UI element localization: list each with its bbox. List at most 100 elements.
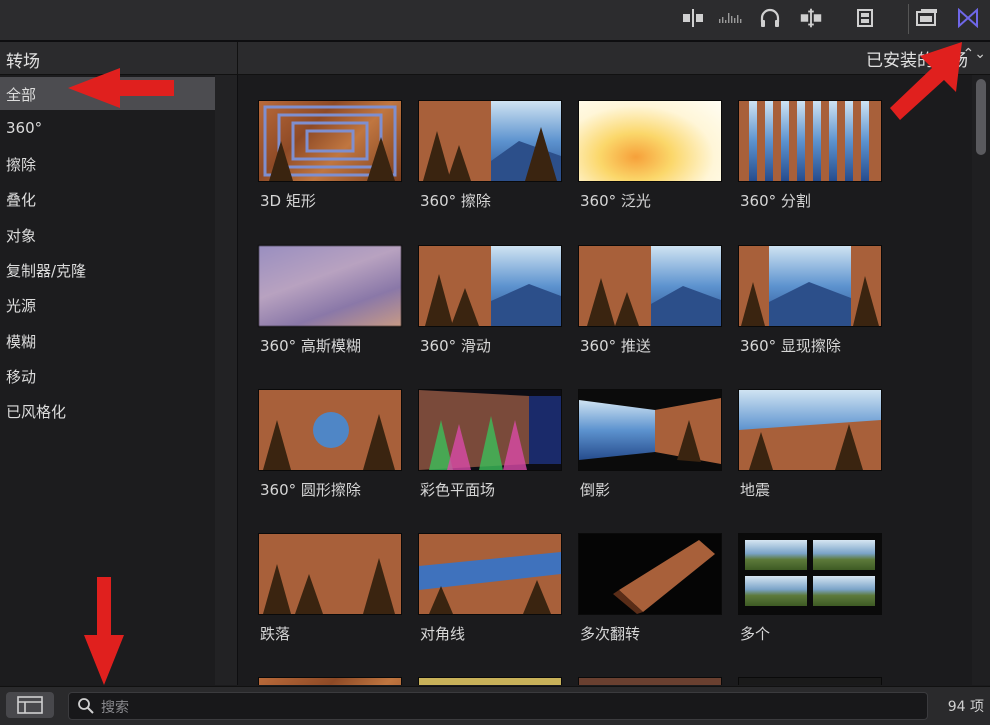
transition-tile[interactable]: 360° 高斯模糊 bbox=[258, 245, 402, 355]
transition-thumbnail bbox=[418, 389, 562, 471]
category-item-wipes[interactable]: 擦除 bbox=[0, 147, 215, 180]
transition-tile[interactable]: 360° 圆形擦除 bbox=[258, 389, 402, 499]
transition-label: 多次翻转 bbox=[580, 625, 641, 643]
browser-scrollbar[interactable] bbox=[972, 75, 990, 685]
transitions-grid: 3D 矩形 360° 擦除 360° 泛光 360° 分割 360° 高斯模糊 … bbox=[238, 75, 972, 685]
transition-tile[interactable]: 彩色平面场 bbox=[418, 389, 562, 499]
transition-label: 360° 圆形擦除 bbox=[260, 481, 361, 499]
search-icon bbox=[78, 698, 94, 714]
transition-tile[interactable]: 360° 推送 bbox=[578, 245, 722, 355]
transition-tile[interactable]: 360° 滑动 bbox=[418, 245, 562, 355]
annotation-arrow-left bbox=[68, 68, 174, 108]
transition-thumbnail bbox=[418, 245, 562, 327]
transition-thumbnail bbox=[418, 100, 562, 182]
transition-thumbnail bbox=[258, 677, 402, 685]
transition-label: 倒影 bbox=[580, 481, 611, 499]
transition-label: 360° 高斯模糊 bbox=[260, 337, 361, 355]
category-label: 复制器/克隆 bbox=[6, 262, 87, 280]
sidebar-layout-icon bbox=[17, 696, 43, 714]
window-layout-icon[interactable] bbox=[914, 7, 940, 29]
transition-tile[interactable] bbox=[578, 677, 722, 685]
category-label: 擦除 bbox=[6, 156, 37, 174]
clip-appearance-icon[interactable] bbox=[852, 7, 878, 29]
toolbar-separator bbox=[908, 4, 909, 34]
transition-tile[interactable]: 360° 分割 bbox=[738, 100, 882, 210]
bottom-bar: 搜索 94 项 bbox=[0, 686, 990, 725]
transition-thumbnail bbox=[738, 677, 882, 685]
category-label: 已风格化 bbox=[6, 403, 67, 421]
annotation-arrow-down bbox=[84, 577, 124, 685]
transition-thumbnail bbox=[738, 389, 882, 471]
top-toolbar bbox=[0, 0, 990, 42]
category-item-stylized[interactable]: 已风格化 bbox=[0, 394, 215, 427]
sidebar-title: 转场 bbox=[6, 52, 40, 72]
transitions-icon[interactable] bbox=[955, 7, 981, 29]
transition-tile[interactable] bbox=[738, 677, 882, 685]
category-item-360[interactable]: 360° bbox=[0, 112, 215, 145]
transition-tile[interactable]: 360° 泛光 bbox=[578, 100, 722, 210]
transition-label: 360° 分割 bbox=[740, 192, 811, 210]
category-item-dissolves[interactable]: 叠化 bbox=[0, 182, 215, 215]
transition-tile[interactable]: 多次翻转 bbox=[578, 533, 722, 643]
transition-label: 360° 擦除 bbox=[420, 192, 491, 210]
category-item-movements[interactable]: 移动 bbox=[0, 359, 215, 392]
category-label: 模糊 bbox=[6, 333, 37, 351]
transition-tile[interactable]: 倒影 bbox=[578, 389, 722, 499]
category-item-lights[interactable]: 光源 bbox=[0, 288, 215, 321]
category-label: 全部 bbox=[6, 86, 37, 104]
transition-tile[interactable]: 地震 bbox=[738, 389, 882, 499]
transition-tile[interactable] bbox=[258, 677, 402, 685]
annotation-arrow-up-right bbox=[890, 42, 962, 120]
transition-label: 3D 矩形 bbox=[260, 192, 316, 210]
transition-label: 多个 bbox=[740, 625, 771, 643]
headphones-icon[interactable] bbox=[757, 7, 783, 29]
transition-label: 彩色平面场 bbox=[420, 481, 496, 499]
transition-label: 360° 推送 bbox=[580, 337, 651, 355]
sidebar-toggle-button[interactable] bbox=[6, 692, 54, 718]
search-field[interactable]: 搜索 bbox=[68, 692, 928, 720]
category-label: 光源 bbox=[6, 297, 37, 315]
search-placeholder: 搜索 bbox=[101, 700, 129, 716]
category-label: 叠化 bbox=[6, 191, 37, 209]
transition-thumbnail bbox=[738, 533, 882, 615]
transition-label: 360° 泛光 bbox=[580, 192, 651, 210]
category-label: 360° bbox=[6, 119, 43, 137]
transition-label: 地震 bbox=[740, 481, 771, 499]
transition-tile[interactable]: 跌落 bbox=[258, 533, 402, 643]
transition-label: 跌落 bbox=[260, 625, 291, 643]
transition-thumbnail bbox=[258, 533, 402, 615]
category-item-replicator[interactable]: 复制器/克隆 bbox=[0, 253, 215, 286]
transition-tile[interactable]: 360° 显现擦除 bbox=[738, 245, 882, 355]
transition-thumbnail bbox=[258, 245, 402, 327]
snapping-icon[interactable] bbox=[798, 7, 824, 29]
item-count: 94 项 bbox=[947, 699, 984, 715]
transition-label: 360° 滑动 bbox=[420, 337, 491, 355]
transition-tile[interactable]: 对角线 bbox=[418, 533, 562, 643]
transition-thumbnail bbox=[258, 389, 402, 471]
category-item-objects[interactable]: 对象 bbox=[0, 218, 215, 251]
transition-tile[interactable] bbox=[418, 677, 562, 685]
category-label: 移动 bbox=[6, 368, 37, 386]
transition-thumbnail bbox=[738, 245, 882, 327]
transition-thumbnail bbox=[418, 533, 562, 615]
transition-thumbnail bbox=[578, 100, 722, 182]
sidebar-divider[interactable] bbox=[215, 75, 238, 685]
transition-thumbnail bbox=[418, 677, 562, 685]
audio-waveform-icon[interactable] bbox=[718, 7, 744, 29]
transition-thumbnail bbox=[738, 100, 882, 182]
transition-tile[interactable]: 3D 矩形 bbox=[258, 100, 402, 210]
transition-tile[interactable]: 多个 bbox=[738, 533, 882, 643]
transition-tile[interactable]: 360° 擦除 bbox=[418, 100, 562, 210]
split-clip-icon[interactable] bbox=[680, 7, 706, 29]
transition-thumbnail bbox=[578, 389, 722, 471]
transition-thumbnail bbox=[578, 245, 722, 327]
transition-thumbnail bbox=[578, 677, 722, 685]
chevron-updown-icon[interactable]: ⌃⌄ bbox=[963, 46, 986, 62]
category-label: 对象 bbox=[6, 227, 37, 245]
transition-thumbnail bbox=[258, 100, 402, 182]
scrollbar-thumb[interactable] bbox=[976, 79, 986, 155]
transition-thumbnail bbox=[578, 533, 722, 615]
browser-header: 已安装的转场 ⌃⌄ bbox=[238, 42, 990, 75]
transition-label: 对角线 bbox=[420, 625, 466, 643]
category-item-blurs[interactable]: 模糊 bbox=[0, 324, 215, 357]
